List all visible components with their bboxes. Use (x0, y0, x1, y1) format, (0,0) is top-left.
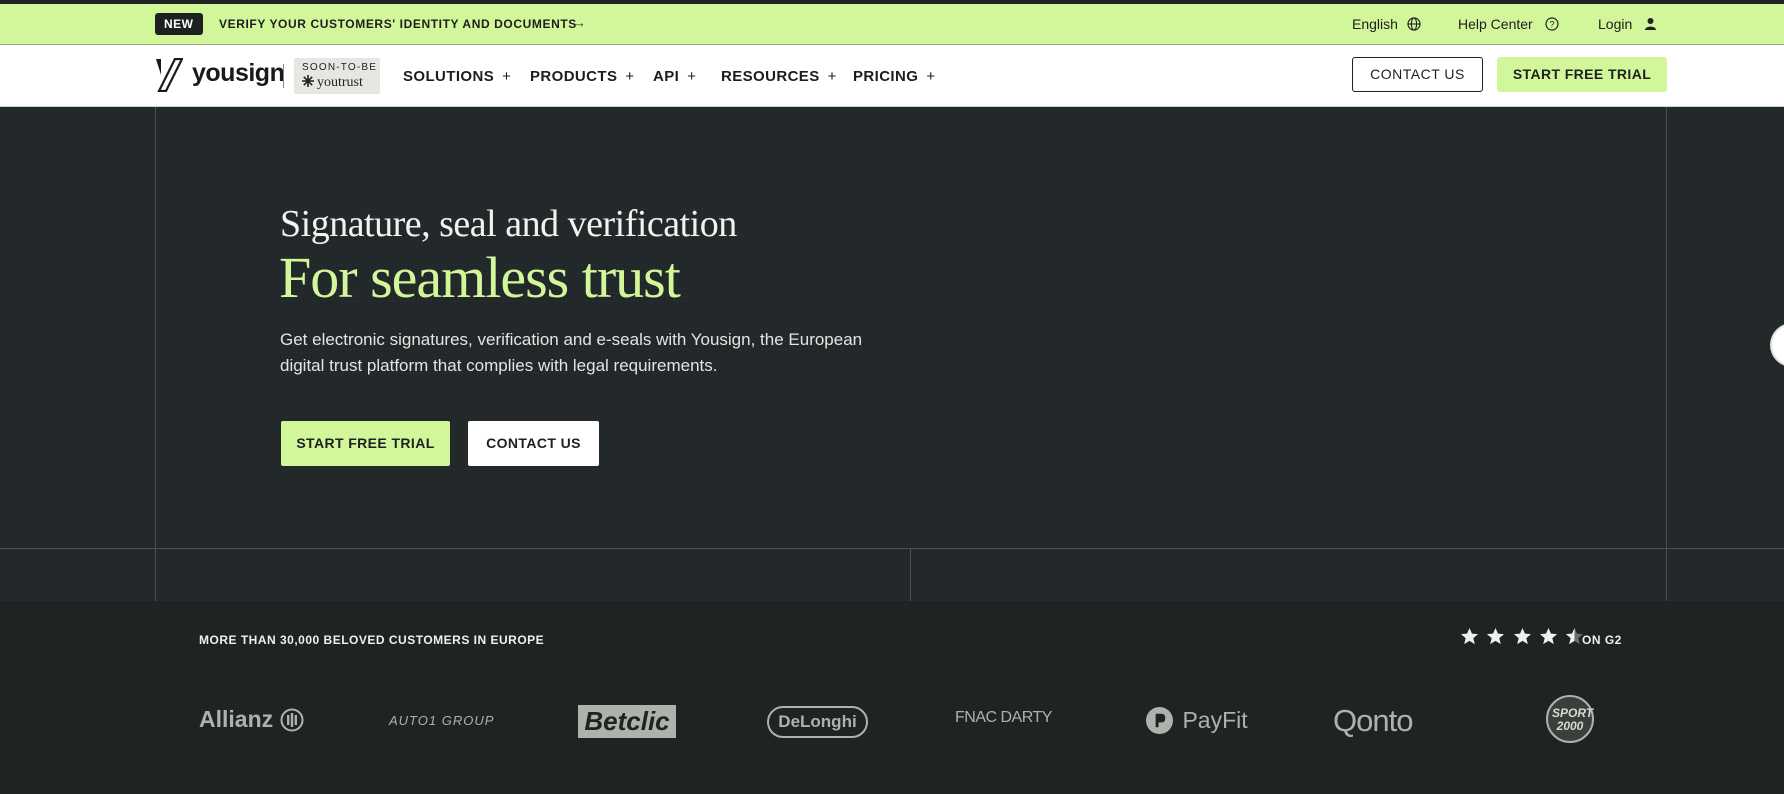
contact-us-button[interactable]: CONTACT US (1352, 57, 1483, 92)
g2-label: ON G2 (1582, 633, 1622, 647)
start-free-trial-button[interactable]: START FREE TRIAL (1497, 57, 1667, 92)
youtrust-label: youtrust (302, 75, 363, 91)
logo-sport-2000: SPORT 2000 (1546, 695, 1594, 743)
hero-title: For seamless trust (279, 245, 681, 310)
login-link[interactable]: Login (1598, 16, 1657, 32)
arrow-right-icon[interactable]: → (573, 15, 586, 30)
grid-line (1666, 107, 1667, 601)
hero-start-free-trial-button[interactable]: START FREE TRIAL (281, 421, 450, 466)
plus-icon: + (687, 68, 697, 85)
hero-pretitle: Signature, seal and verification (280, 203, 737, 245)
hero-contact-us-button[interactable]: CONTACT US (468, 421, 599, 466)
menu-api[interactable]: API + (653, 68, 696, 85)
new-badge: NEW (155, 13, 203, 35)
star-icon (1487, 627, 1505, 645)
language-label: English (1352, 16, 1398, 32)
grid-line (0, 548, 1784, 549)
main-nav: yousign SOON-TO-BE youtrust SOLUTIONS + P… (0, 45, 1784, 107)
help-center-label: Help Center (1458, 16, 1533, 32)
yousign-logo[interactable]: yousign (192, 59, 285, 88)
hero-subtitle: Get electronic signatures, verification … (280, 330, 863, 375)
logo-divider (283, 64, 284, 88)
rating-stars (1460, 627, 1584, 652)
language-selector[interactable]: English (1352, 16, 1421, 32)
logo-payfit: PayFit (1145, 706, 1248, 735)
asterisk-icon (302, 75, 314, 87)
user-icon (1645, 18, 1657, 30)
menu-pricing[interactable]: PRICING + (853, 68, 935, 85)
svg-text:?: ? (1549, 20, 1554, 30)
promo-link[interactable]: VERIFY YOUR CUSTOMERS' IDENTITY AND DOCU… (219, 17, 577, 31)
star-icon (1460, 627, 1479, 645)
yousign-logo-icon[interactable] (155, 58, 183, 92)
menu-products[interactable]: PRODUCTS + (530, 68, 635, 85)
menu-resources[interactable]: RESOURCES + (721, 68, 837, 85)
logo-delonghi: DeLonghi (767, 706, 868, 738)
help-center-link[interactable]: Help Center ? (1458, 16, 1559, 32)
soon-to-be-youtrust-badge: SOON-TO-BE youtrust (294, 58, 380, 94)
login-label: Login (1598, 16, 1633, 32)
grid-line (155, 107, 156, 601)
logo-allianz: Allianz (199, 706, 304, 733)
plus-icon: + (827, 68, 837, 85)
soon-to-be-label: SOON-TO-BE (302, 62, 378, 73)
payfit-emblem-icon (1145, 706, 1174, 735)
plus-icon: + (926, 68, 936, 85)
grid-line (910, 548, 911, 601)
plus-icon: + (502, 68, 512, 85)
logo-auto1-group: AUTO1 GROUP (389, 713, 495, 728)
logo-betclic: Betclic (578, 705, 676, 738)
customers-title: MORE THAN 30,000 BELOVED CUSTOMERS IN EU… (199, 633, 545, 647)
logo-qonto: Qonto (1333, 703, 1413, 738)
menu-solutions[interactable]: SOLUTIONS + (403, 68, 511, 85)
allianz-emblem-icon (280, 708, 304, 732)
question-circle-icon: ? (1544, 17, 1559, 31)
announcement-bar: NEW VERIFY YOUR CUSTOMERS' IDENTITY AND … (0, 4, 1784, 45)
star-icon (1513, 627, 1531, 645)
globe-icon (1407, 17, 1421, 31)
plus-icon: + (625, 68, 635, 85)
logo-fnac-darty: FNAC DARTY (955, 709, 1052, 726)
hero-section: Signature, seal and verification For sea… (0, 107, 1784, 601)
customers-section: MORE THAN 30,000 BELOVED CUSTOMERS IN EU… (0, 601, 1784, 794)
star-icon (1539, 627, 1557, 645)
floating-chat-button[interactable] (1772, 325, 1784, 365)
